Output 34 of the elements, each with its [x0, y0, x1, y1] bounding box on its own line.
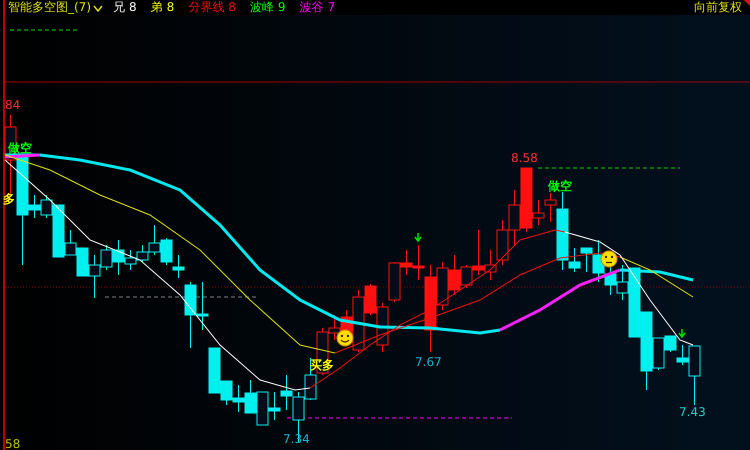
price-label: 7.67 — [415, 356, 442, 369]
down-arrow-icon — [414, 232, 422, 242]
volume-label: 58 — [5, 438, 20, 450]
candle — [268, 392, 280, 420]
legend-label: 弟 — [150, 0, 163, 15]
legend-value: 8 — [228, 0, 236, 15]
candle — [184, 282, 196, 348]
price-label: 7.43 — [679, 406, 706, 419]
signal-label: 做空 — [548, 180, 572, 193]
candle — [244, 380, 256, 414]
legend-value: 8 — [129, 0, 137, 15]
candle — [508, 190, 520, 246]
candle — [160, 238, 172, 266]
indicator-title: 智能多空图_(7) — [7, 0, 91, 15]
legend-value: 9 — [278, 0, 286, 15]
neutral-face-icon — [600, 250, 618, 268]
down-arrow-icon — [678, 328, 686, 338]
legend-label: 分界线 — [188, 0, 224, 15]
legend-label: 波峰 — [250, 0, 274, 15]
candle — [280, 374, 292, 410]
price-label: 84 — [5, 99, 20, 112]
legend-value: 8 — [166, 0, 174, 15]
caret-icon[interactable] — [93, 4, 103, 12]
legend-label: 波谷 — [300, 0, 324, 15]
smiley-face-icon — [336, 330, 354, 346]
legend-label: 兄 — [113, 0, 125, 15]
candle — [172, 254, 184, 278]
corner-marker-icon — [744, 0, 750, 6]
adjust-mode-label[interactable]: 向前复权 — [694, 0, 750, 15]
candle — [232, 384, 244, 412]
candle — [256, 392, 268, 426]
price-label: 8.58 — [511, 152, 538, 165]
legend-value: 7 — [328, 0, 336, 15]
candle — [196, 282, 208, 330]
